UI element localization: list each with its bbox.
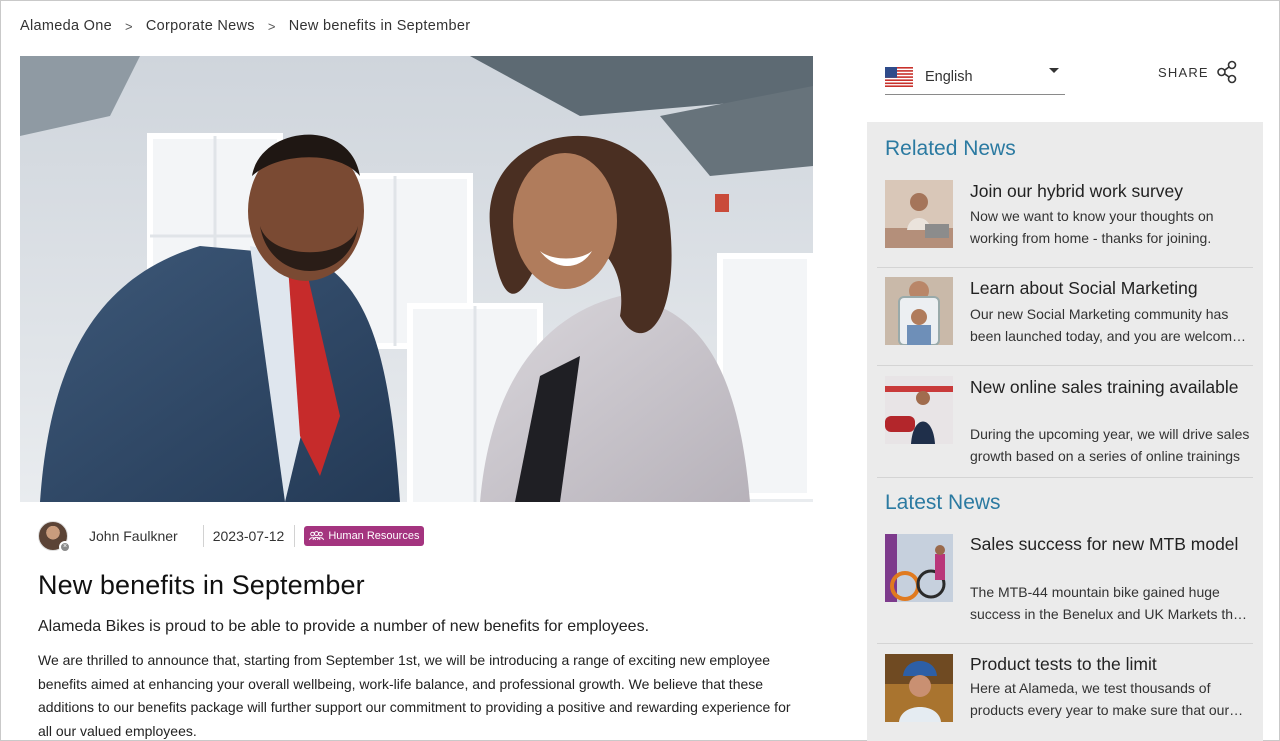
article-lead: Alameda Bikes is proud to be able to pro… — [38, 618, 650, 635]
article-body: We are thrilled to announce that, starti… — [38, 652, 791, 739]
breadcrumb-separator: > — [124, 18, 133, 34]
latest-news-item[interactable]: Sales success for new MTB model The MTB-… — [877, 524, 1253, 644]
news-title[interactable]: Sales success for new MTB model — [970, 533, 1250, 555]
language-selector[interactable]: English — [885, 59, 1065, 95]
news-thumbnail — [885, 654, 953, 722]
news-thumbnail — [885, 277, 953, 345]
us-flag-icon — [885, 66, 913, 87]
chevron-down-icon — [1049, 68, 1059, 73]
publish-date: 2023-07-12 — [212, 528, 285, 544]
latest-news-heading: Latest News — [885, 491, 1001, 514]
related-news-item[interactable]: Learn about Social Marketing Our new Soc… — [877, 268, 1253, 366]
breadcrumb-corporate-news[interactable]: Corporate News — [146, 18, 255, 34]
news-sidebar: Related News Join our hybrid work survey… — [867, 122, 1263, 741]
article-title: New benefits in September — [38, 570, 365, 600]
share-button[interactable]: SHARE — [1158, 60, 1238, 84]
news-description: Our new Social Marketing community has b… — [970, 306, 1240, 344]
related-news-item[interactable]: Join our hybrid work survey Now we want … — [877, 172, 1253, 268]
latest-news-item[interactable]: Product tests to the limit Here at Alame… — [877, 644, 1253, 741]
category-tag[interactable]: Human Resources — [304, 526, 425, 546]
news-title[interactable]: Learn about Social Marketing — [970, 277, 1250, 299]
breadcrumb-current: New benefits in September — [288, 18, 471, 34]
news-description: The MTB-44 mountain bike gained huge suc… — [970, 584, 1244, 622]
meta-divider — [202, 525, 204, 547]
news-description: During the upcoming year, we will drive … — [970, 426, 1250, 464]
language-label: English — [925, 68, 973, 85]
hero-image — [20, 56, 813, 502]
news-title[interactable]: New online sales training available — [970, 376, 1250, 398]
author-avatar[interactable]: × — [38, 521, 71, 553]
author-name[interactable]: John Faulkner — [89, 528, 178, 544]
breadcrumb-separator: > — [267, 18, 276, 34]
meta-divider — [294, 525, 296, 547]
news-title[interactable]: Join our hybrid work survey — [970, 180, 1250, 202]
share-icon — [1216, 60, 1237, 84]
article-meta: × John Faulkner 2023-07-12 Human Resourc… — [38, 520, 425, 553]
news-description: Here at Alameda, we test thousands of pr… — [970, 680, 1230, 718]
news-description: Now we want to know your thoughts on wor… — [970, 208, 1214, 246]
related-news-heading: Related News — [885, 137, 1016, 160]
news-title[interactable]: Product tests to the limit — [970, 653, 1250, 675]
news-thumbnail — [885, 180, 953, 248]
share-label: SHARE — [1158, 64, 1209, 80]
presence-badge-icon: × — [59, 541, 71, 553]
breadcrumb: Alameda One > Corporate News > New benef… — [20, 18, 470, 34]
category-tag-label: Human Resources — [328, 530, 420, 542]
news-thumbnail — [885, 534, 953, 602]
news-thumbnail — [885, 376, 953, 444]
people-icon — [309, 531, 325, 541]
breadcrumb-home[interactable]: Alameda One — [20, 18, 112, 34]
related-news-item[interactable]: New online sales training available Duri… — [877, 366, 1253, 478]
